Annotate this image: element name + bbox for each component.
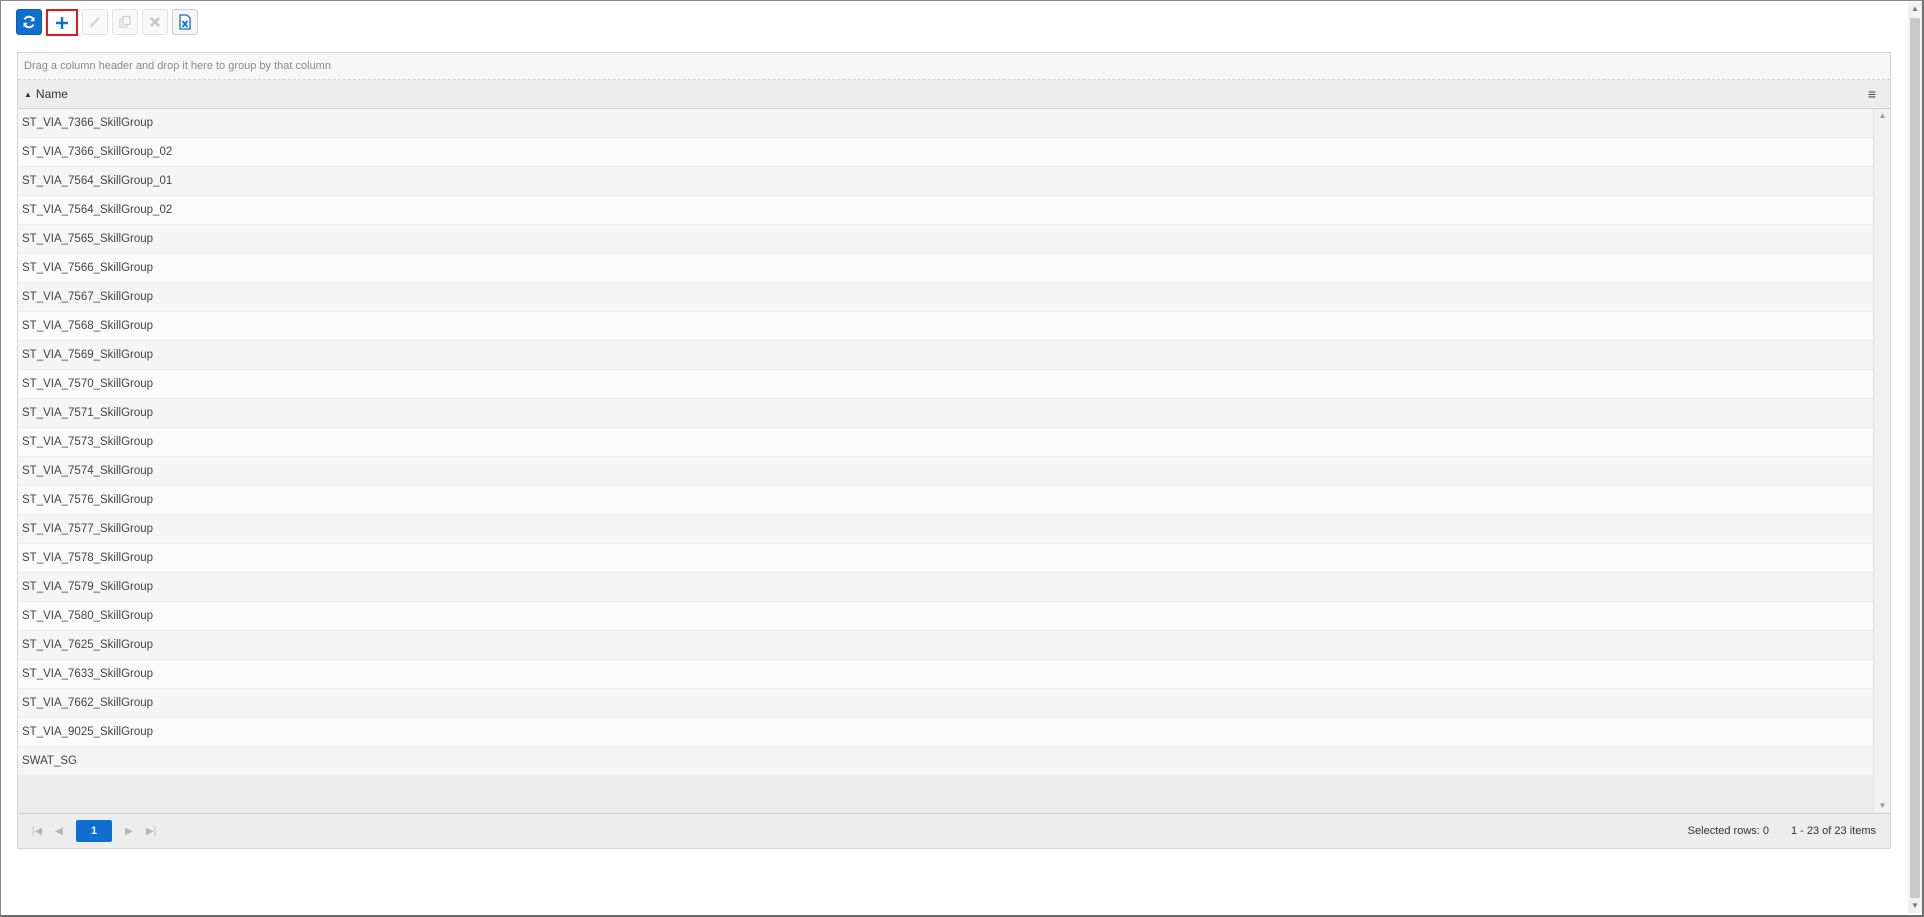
refresh-button[interactable] xyxy=(16,9,42,35)
column-header-name[interactable]: ▲ Name xyxy=(24,87,68,101)
pager-info: Selected rows: 0 1 - 23 of 23 items xyxy=(1688,825,1876,837)
table-row[interactable]: ST_VIA_7662_SkillGroup xyxy=(18,689,1873,718)
table-row[interactable]: ST_VIA_7576_SkillGroup xyxy=(18,486,1873,515)
table-row[interactable]: ST_VIA_7566_SkillGroup xyxy=(18,254,1873,283)
table-row[interactable]: ST_VIA_9025_SkillGroup xyxy=(18,718,1873,747)
pencil-icon xyxy=(90,17,100,27)
scroll-up-icon[interactable]: ▲ xyxy=(1874,109,1891,123)
close-icon xyxy=(150,17,160,27)
table-row[interactable]: ST_VIA_7571_SkillGroup xyxy=(18,399,1873,428)
table-row[interactable]: ST_VIA_7580_SkillGroup xyxy=(18,602,1873,631)
table-row[interactable]: ST_VIA_7574_SkillGroup xyxy=(18,457,1873,486)
table-row[interactable]: ST_VIA_7564_SkillGroup_02 xyxy=(18,196,1873,225)
table-row[interactable]: ST_VIA_7564_SkillGroup_01 xyxy=(18,167,1873,196)
scroll-thumb[interactable] xyxy=(1877,123,1887,799)
column-header-label: Name xyxy=(35,87,68,101)
copy-button[interactable] xyxy=(112,9,138,35)
next-page-icon[interactable]: ▶ xyxy=(118,820,140,842)
table-row[interactable]: ST_VIA_7625_SkillGroup xyxy=(18,631,1873,660)
group-drop-area[interactable]: Drag a column header and drop it here to… xyxy=(18,53,1890,80)
table-row[interactable]: ST_VIA_7565_SkillGroup xyxy=(18,225,1873,254)
table-row[interactable]: ST_VIA_7579_SkillGroup xyxy=(18,573,1873,602)
delete-button[interactable] xyxy=(142,9,168,35)
table-row[interactable]: ST_VIA_7366_SkillGroup_02 xyxy=(18,138,1873,167)
grid-rows: ST_VIA_7366_SkillGroup ST_VIA_7366_SkillG… xyxy=(18,109,1873,776)
column-menu-icon[interactable]: ≡ xyxy=(1868,87,1876,101)
table-row[interactable]: ST_VIA_7578_SkillGroup xyxy=(18,544,1873,573)
grid-pager: |◀ ◀ 1 ▶ ▶| Selected rows: 0 1 - 23 of 2… xyxy=(18,813,1890,848)
page-scroll-thumb[interactable] xyxy=(1910,18,1920,898)
page-scroll-down-icon[interactable]: ▼ xyxy=(1908,899,1922,913)
table-row[interactable]: ST_VIA_7570_SkillGroup xyxy=(18,370,1873,399)
edit-button[interactable] xyxy=(82,9,108,35)
page-number-current[interactable]: 1 xyxy=(76,820,112,842)
table-row[interactable]: SWAT_SG xyxy=(18,747,1873,776)
refresh-icon xyxy=(23,15,35,29)
excel-icon xyxy=(179,14,191,30)
sort-ascending-icon: ▲ xyxy=(24,89,32,99)
table-row[interactable]: ST_VIA_7573_SkillGroup xyxy=(18,428,1873,457)
scroll-down-icon[interactable]: ▼ xyxy=(1874,799,1891,813)
grid-toolbar xyxy=(16,9,198,36)
table-row[interactable]: ST_VIA_7568_SkillGroup xyxy=(18,312,1873,341)
export-excel-button[interactable] xyxy=(172,9,198,35)
table-row[interactable]: ST_VIA_7577_SkillGroup xyxy=(18,515,1873,544)
first-page-icon[interactable]: |◀ xyxy=(26,820,48,842)
grid-scrollbar[interactable]: ▲ ▼ xyxy=(1873,109,1890,813)
prev-page-icon[interactable]: ◀ xyxy=(48,820,70,842)
items-range-info: 1 - 23 of 23 items xyxy=(1791,825,1876,837)
table-row[interactable]: ST_VIA_7569_SkillGroup xyxy=(18,341,1873,370)
add-button[interactable] xyxy=(46,9,78,36)
page-scrollbar[interactable]: ▲ ▼ xyxy=(1908,2,1922,913)
selected-rows-count: Selected rows: 0 xyxy=(1687,825,1769,837)
skill-group-grid: Drag a column header and drop it here to… xyxy=(17,52,1891,849)
grid-header: ▲ Name ≡ xyxy=(18,80,1890,109)
table-row[interactable]: ST_VIA_7567_SkillGroup xyxy=(18,283,1873,312)
grid-content: ST_VIA_7366_SkillGroup ST_VIA_7366_SkillG… xyxy=(18,109,1890,813)
page-scroll-up-icon[interactable]: ▲ xyxy=(1908,2,1922,16)
copy-icon xyxy=(119,15,131,28)
plus-icon xyxy=(56,16,68,29)
table-row[interactable]: ST_VIA_7633_SkillGroup xyxy=(18,660,1873,689)
last-page-icon[interactable]: ▶| xyxy=(140,820,162,842)
table-row[interactable]: ST_VIA_7366_SkillGroup xyxy=(18,109,1873,138)
